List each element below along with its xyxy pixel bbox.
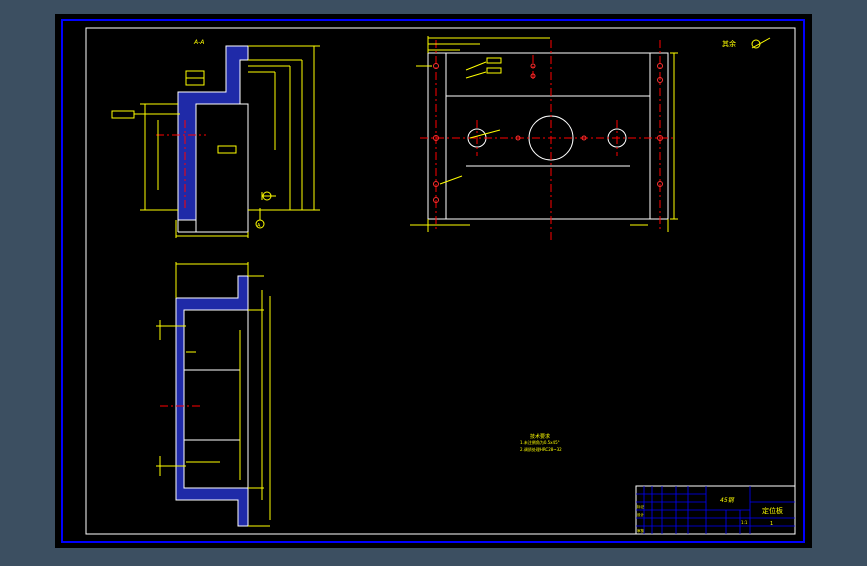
title-block-part-name: 定位板 <box>762 506 783 515</box>
notes-line-2: 2.调质处理HRC28~32 <box>520 446 562 452</box>
cad-viewport[interactable]: A-A A 其余 技术要求 1.未注倒角为0.5x45° 2.调质处理HRC28… <box>0 0 867 562</box>
sheet-area <box>55 14 812 548</box>
title-block-scale: 1:1 <box>741 520 748 525</box>
title-block-sheet: 1 <box>770 521 773 527</box>
title-block-row1: 标记 <box>637 504 645 509</box>
notes-title: 技术要求 <box>530 433 550 440</box>
title-block-row3: 审核 <box>637 528 645 533</box>
roughness-note: 其余 <box>722 39 736 48</box>
title-block-material: 45钢 <box>720 496 735 504</box>
title-block-row2: 设计 <box>637 512 645 517</box>
datum-label: A <box>257 223 261 229</box>
notes-line-1: 1.未注倒角为0.5x45° <box>520 439 560 445</box>
section-label-top: A-A <box>193 39 204 46</box>
